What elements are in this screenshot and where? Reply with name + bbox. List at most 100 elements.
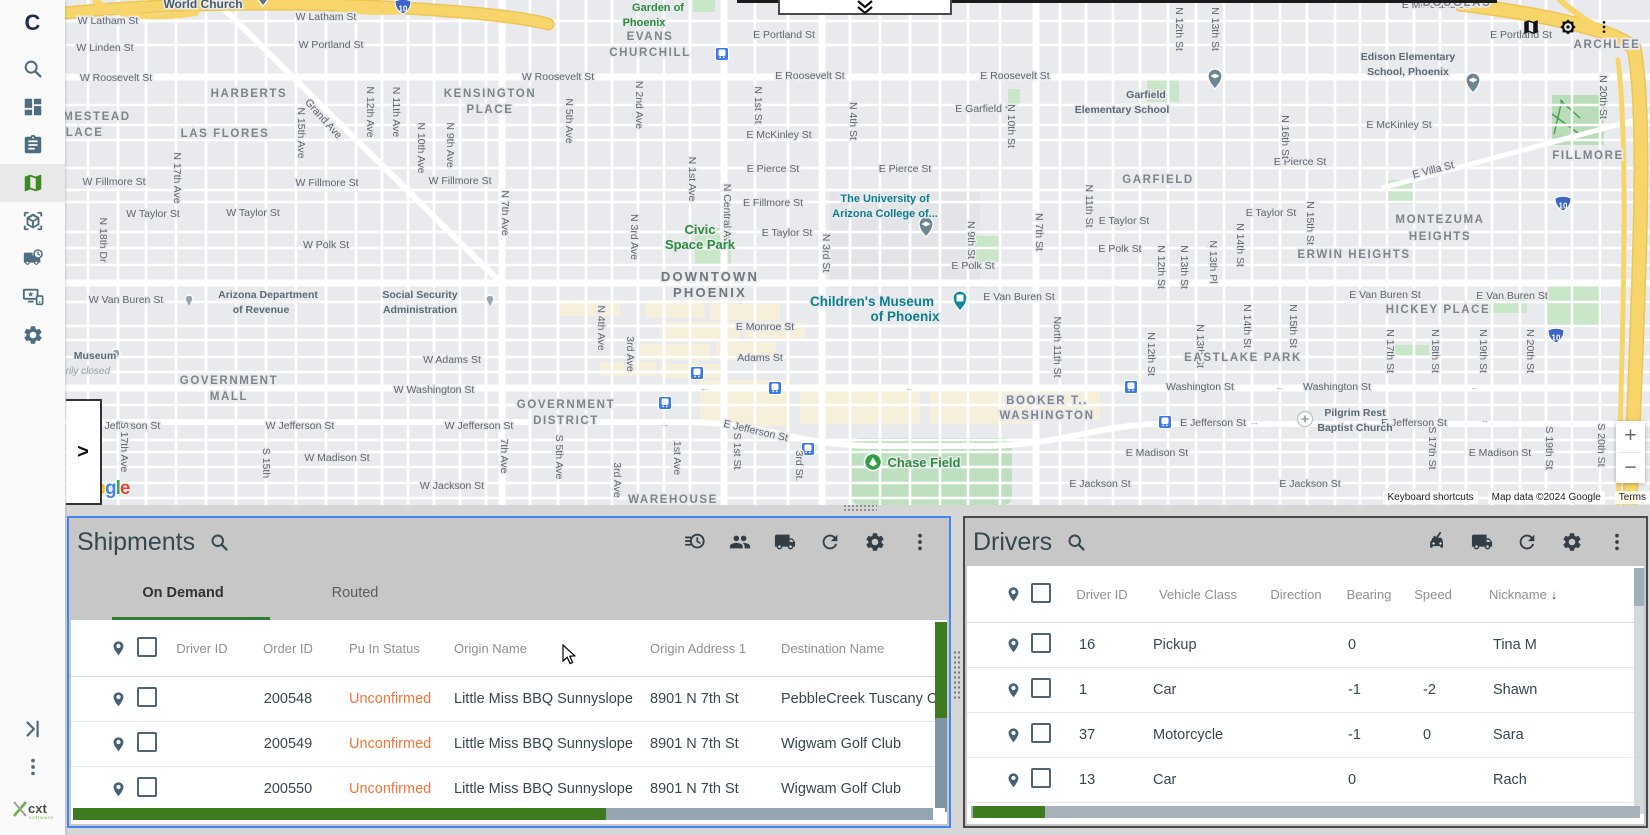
location-pin-icon[interactable] bbox=[995, 725, 1031, 746]
transit-station-icon[interactable] bbox=[715, 47, 729, 61]
col-destination-name[interactable]: Destination Name bbox=[773, 641, 947, 656]
location-pin-icon[interactable] bbox=[99, 734, 137, 755]
svg-text:←: ← bbox=[1470, 382, 1479, 392]
map-settings-icon[interactable] bbox=[1558, 17, 1578, 37]
sidebar-item-3d-view[interactable] bbox=[0, 202, 65, 240]
park-pin-map-pin[interactable] bbox=[863, 452, 883, 472]
col-nickname[interactable]: Nickname ↓ bbox=[1465, 587, 1644, 602]
tab-on-demand[interactable]: On Demand bbox=[97, 566, 269, 620]
col-order-id[interactable]: Order ID bbox=[235, 641, 341, 656]
svg-text:←: ← bbox=[700, 383, 709, 393]
shipment-row[interactable]: 200550 Unconfirmed Little Miss BBQ Sunny… bbox=[71, 767, 947, 812]
location-pin-icon[interactable] bbox=[995, 770, 1031, 791]
refresh-icon[interactable] bbox=[1516, 531, 1538, 553]
col-driver-id[interactable]: Driver ID bbox=[1063, 587, 1141, 602]
location-pin-icon[interactable] bbox=[995, 584, 1031, 605]
map-canvas[interactable]: ← ← ← ← → → → 10 10 10 W Latham St W Latham St W … bbox=[0, 0, 1650, 505]
horizontal-scrollbar[interactable] bbox=[971, 806, 1640, 818]
shipments-table: Driver ID Order ID Pu In Status Origin N… bbox=[71, 620, 947, 824]
map-label: School, Phoenix bbox=[1367, 66, 1449, 78]
horizontal-scrollbar[interactable] bbox=[73, 808, 933, 820]
more-vert-icon[interactable] bbox=[909, 531, 931, 553]
location-pin-icon[interactable] bbox=[99, 689, 137, 710]
col-origin-address-1[interactable]: Origin Address 1 bbox=[643, 641, 773, 656]
select-all-checkbox[interactable] bbox=[137, 636, 169, 660]
more-vert-icon[interactable] bbox=[1606, 531, 1628, 553]
row-checkbox[interactable] bbox=[137, 687, 169, 711]
map-label: Washington St bbox=[1166, 381, 1234, 393]
location-pin-icon[interactable] bbox=[995, 680, 1031, 701]
history-filter-icon[interactable] bbox=[684, 531, 706, 553]
driver-row[interactable]: 16 Pickup 0 Tina M bbox=[967, 623, 1644, 668]
vertical-scrollbar[interactable] bbox=[1634, 568, 1644, 814]
vehicle-check-icon[interactable] bbox=[1426, 531, 1448, 553]
svg-text:10: 10 bbox=[1552, 334, 1561, 343]
sidebar-item-dispatch-board[interactable] bbox=[0, 278, 65, 316]
svg-text:10: 10 bbox=[399, 5, 408, 14]
transit-station-icon[interactable] bbox=[1158, 415, 1172, 429]
settings-icon[interactable] bbox=[864, 531, 886, 553]
truck-icon[interactable] bbox=[1471, 531, 1493, 553]
location-pin-icon[interactable] bbox=[99, 779, 137, 800]
refresh-icon[interactable] bbox=[819, 531, 841, 553]
settings-icon[interactable] bbox=[1561, 531, 1583, 553]
sidebar-more-icon[interactable] bbox=[0, 748, 65, 786]
shipment-row[interactable]: 200549 Unconfirmed Little Miss BBQ Sunny… bbox=[71, 722, 947, 767]
transit-station-icon[interactable] bbox=[768, 381, 782, 395]
sidebar-item-settings[interactable] bbox=[0, 316, 65, 354]
sidebar-item-fleet[interactable] bbox=[0, 240, 65, 278]
search-icon[interactable] bbox=[209, 532, 230, 553]
sidebar-item-map[interactable] bbox=[0, 164, 65, 202]
tab-routed[interactable]: Routed bbox=[269, 566, 441, 620]
more-options-icon[interactable] bbox=[1596, 14, 1612, 40]
map-type-icon[interactable] bbox=[1522, 18, 1540, 36]
map-label: WASHINGTON bbox=[999, 410, 1094, 422]
location-pin-icon[interactable] bbox=[99, 638, 137, 659]
collapse-panel-button[interactable] bbox=[778, 0, 952, 15]
search-icon[interactable] bbox=[1066, 532, 1087, 553]
transit-station-icon[interactable] bbox=[658, 396, 672, 410]
col-pu-in-status[interactable]: Pu In Status bbox=[341, 641, 447, 656]
vertical-scrollbar[interactable] bbox=[935, 622, 947, 812]
keyboard-shortcuts-link[interactable]: Keyboard shortcuts bbox=[1383, 491, 1478, 504]
transit-station-icon[interactable] bbox=[690, 366, 704, 380]
col-bearing[interactable]: Bearing bbox=[1337, 587, 1401, 602]
map-controls bbox=[1522, 12, 1638, 42]
assign-driver-icon[interactable] bbox=[729, 531, 751, 553]
expand-panel-button[interactable]: > bbox=[66, 399, 102, 505]
driver-row[interactable]: 1 Car -1 -2 Shawn bbox=[967, 668, 1644, 713]
zoom-in-button[interactable]: + bbox=[1616, 421, 1645, 452]
driver-row[interactable]: 13 Car 0 Rach bbox=[967, 758, 1644, 803]
row-checkbox[interactable] bbox=[1031, 678, 1063, 702]
col-origin-name[interactable]: Origin Name bbox=[447, 641, 643, 656]
shipment-row[interactable]: 200548 Unconfirmed Little Miss BBQ Sunny… bbox=[71, 677, 947, 722]
col-direction[interactable]: Direction bbox=[1255, 587, 1337, 602]
col-vehicle-class[interactable]: Vehicle Class bbox=[1141, 587, 1255, 602]
sidebar-item-orders[interactable] bbox=[0, 126, 65, 164]
sidebar-item-search[interactable] bbox=[0, 50, 65, 88]
truck-icon[interactable] bbox=[774, 531, 796, 553]
panel-splitter[interactable] bbox=[951, 516, 963, 828]
driver-row[interactable]: 37 Motorcycle -1 0 Sara bbox=[967, 713, 1644, 758]
circle-cross-map-pin[interactable] bbox=[1296, 410, 1314, 428]
map-label: N 13th St bbox=[1209, 7, 1221, 51]
zoom-out-button[interactable]: − bbox=[1616, 453, 1645, 484]
terms-link[interactable]: Terms bbox=[1614, 491, 1650, 504]
row-checkbox[interactable] bbox=[1031, 768, 1063, 792]
row-checkbox[interactable] bbox=[137, 732, 169, 756]
col-driver-id[interactable]: Driver ID bbox=[169, 641, 235, 656]
sidebar-item-dashboard[interactable] bbox=[0, 88, 65, 126]
location-pin-icon[interactable] bbox=[995, 635, 1031, 656]
select-all-checkbox[interactable] bbox=[1031, 582, 1063, 606]
collapse-sidebar-button[interactable] bbox=[0, 710, 65, 748]
row-checkbox[interactable] bbox=[1031, 723, 1063, 747]
row-checkbox[interactable] bbox=[1031, 633, 1063, 657]
map-attribution: Keyboard shortcuts Map data ©2024 Google… bbox=[1383, 490, 1650, 505]
transit-station-icon[interactable] bbox=[1124, 380, 1138, 394]
map-resize-handle[interactable] bbox=[843, 504, 877, 512]
map-label: Garfield bbox=[1126, 89, 1166, 101]
row-checkbox[interactable] bbox=[137, 777, 169, 801]
map-label: HICKEY PLACE bbox=[1386, 304, 1491, 316]
col-speed[interactable]: Speed bbox=[1401, 587, 1465, 602]
map-label: Pilgrim Rest bbox=[1324, 407, 1386, 419]
